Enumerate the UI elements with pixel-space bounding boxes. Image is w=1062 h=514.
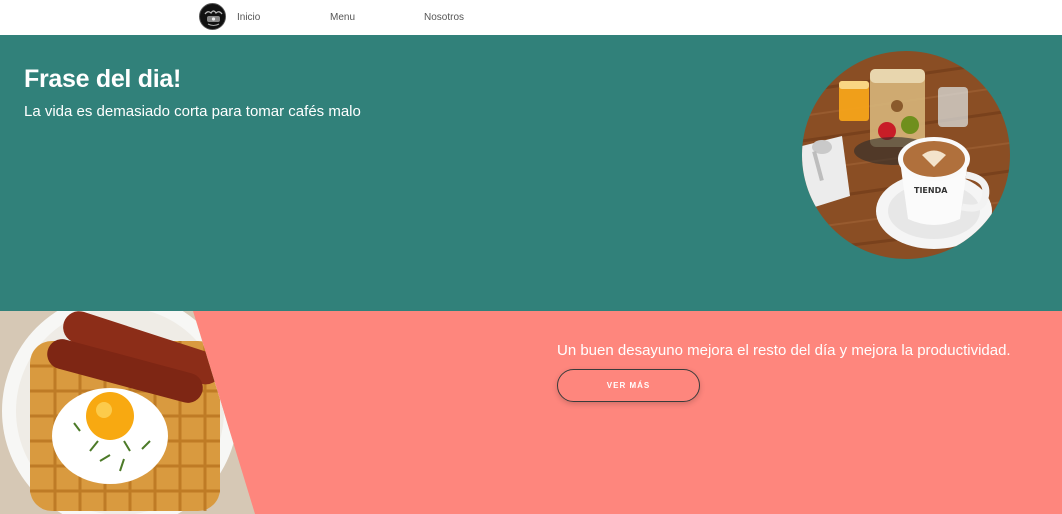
svg-text:TIENDA: TIENDA (914, 186, 948, 195)
breakfast-plate-image (0, 311, 255, 514)
ver-mas-button[interactable]: VER MÁS (557, 369, 700, 402)
hero-subtitle: La vida es demasiado corta para tomar ca… (24, 103, 361, 120)
promo-text: Un buen desayuno mejora el resto del día… (557, 342, 1011, 359)
nav-link-nosotros[interactable]: Nosotros (424, 12, 464, 23)
coffee-logo-icon[interactable] (199, 3, 226, 30)
nav-link-inicio[interactable]: Inicio (237, 12, 260, 23)
promo-section: Un buen desayuno mejora el resto del día… (0, 311, 1062, 514)
nav-link-menu[interactable]: Menu (330, 12, 355, 23)
hero-section: Frase del dia! La vida es demasiado cort… (0, 35, 1062, 311)
hero-title: Frase del dia! (24, 65, 181, 93)
top-nav: Inicio Menu Nosotros (0, 0, 1062, 35)
coffee-breakfast-image: TIENDA (802, 51, 1010, 259)
